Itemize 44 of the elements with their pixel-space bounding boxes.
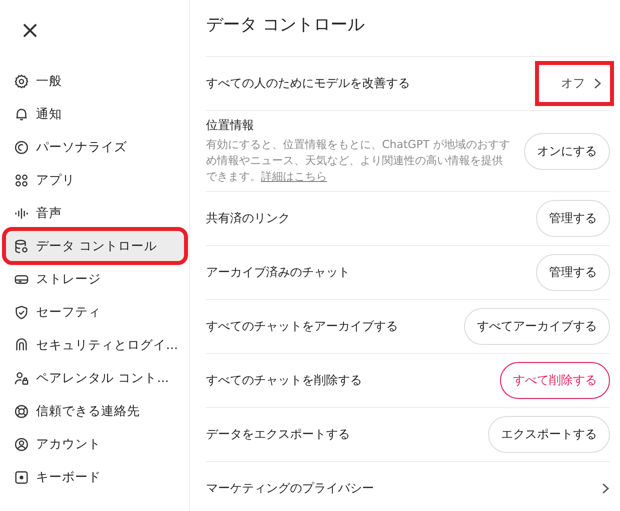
action-button[interactable]: 管理する [536, 200, 610, 237]
action-button[interactable]: すべてアーカイブする [464, 308, 610, 345]
action-button[interactable]: エクスポートする [488, 416, 610, 453]
sidebar-item[interactable]: 一般 [6, 66, 184, 96]
setting-description: 有効にすると、位置情報をもとに、ChatGPT が地域のおすすめ情報やニュース、天気など、より関連性の高い情報を提供できます。詳細はこちら [206, 137, 512, 185]
setting-label: すべての人のためにモデルを改善する [206, 75, 410, 92]
keyboard-icon [14, 470, 29, 484]
sidebar-item[interactable]: 通知 [6, 99, 184, 129]
bell-icon [14, 106, 29, 122]
setting-label: すべてのチャットをアーカイブする [206, 318, 398, 335]
sidebar-item[interactable]: キーボード [6, 462, 184, 492]
gear-icon [14, 74, 29, 88]
user-circle-icon [14, 436, 29, 452]
sidebar-item[interactable]: セーフティ [6, 297, 184, 327]
sidebar-item[interactable]: セキュリティとログイ... [6, 330, 184, 360]
setting-label: すべてのチャットを削除する [206, 372, 362, 389]
setting-label: 位置情報 [206, 117, 255, 134]
sidebar-item[interactable]: アプリ [6, 165, 184, 195]
waveform-icon [14, 206, 29, 220]
database-gear-icon [14, 238, 29, 254]
setting-value-button[interactable]: オフ [539, 65, 610, 102]
sidebar-item[interactable]: データ コントロール [6, 231, 184, 261]
close-button[interactable]: × [12, 16, 48, 44]
action-button[interactable]: 管理する [536, 254, 610, 291]
chevron-icon [593, 78, 602, 89]
chevron-icon [601, 483, 610, 494]
lifebuoy-icon [14, 404, 29, 418]
sidebar-item[interactable]: ストレージ [6, 264, 184, 294]
setting-label: アーカイブ済みのチャット [206, 264, 350, 281]
setting-label: データをエクスポートする [206, 426, 350, 443]
setting-label: マーケティングのプライバシー [206, 480, 374, 497]
sidebar-item[interactable]: ペアレンタル コント... [6, 363, 184, 393]
grid-icon [14, 172, 29, 188]
shield-check-icon [14, 304, 29, 320]
delete-button[interactable]: すべて削除する [500, 362, 610, 399]
swirl-icon [14, 140, 29, 154]
action-button[interactable]: オンにする [524, 132, 610, 170]
sidebar-item[interactable]: パーソナライズ [6, 132, 184, 162]
panel-title: データ コントロール [206, 12, 610, 57]
person-lock-icon [14, 370, 29, 386]
sidebar-item[interactable]: 音声 [6, 198, 184, 228]
sidebar-item[interactable]: アカウント [6, 429, 184, 459]
sidebar-item[interactable]: 信頼できる連絡先 [6, 396, 184, 426]
setting-label: 共有済のリンク [206, 210, 290, 227]
